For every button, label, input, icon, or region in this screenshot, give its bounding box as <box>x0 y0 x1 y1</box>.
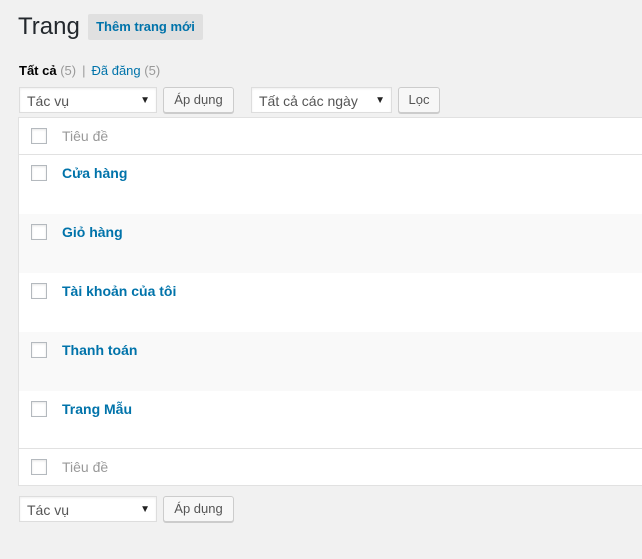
page-title: Trang <box>18 13 80 40</box>
page-title-link[interactable]: Thanh toán <box>62 341 137 359</box>
apply-button-bottom[interactable]: Áp dụng <box>163 496 234 522</box>
chevron-down-icon: ▼ <box>375 95 385 106</box>
page-title-link[interactable]: Tài khoản của tôi <box>62 282 176 300</box>
page-title-link[interactable]: Trang Mẫu <box>62 400 132 418</box>
filter-all-link[interactable]: Tất cả <box>19 63 57 78</box>
table-row: Cửa hàng <box>19 155 642 214</box>
filter-all-count: (5) <box>60 63 77 78</box>
row-checkbox[interactable] <box>31 283 47 299</box>
column-header-title[interactable]: Tiêu đề <box>62 127 108 145</box>
table-header-row: Tiêu đề <box>19 118 642 155</box>
bulk-action-select-top[interactable]: Tác vụ ▼ <box>19 87 157 113</box>
add-new-page-button[interactable]: Thêm trang mới <box>88 14 203 40</box>
select-all-checkbox-footer[interactable] <box>31 459 47 475</box>
page-title-link[interactable]: Giỏ hàng <box>62 223 123 241</box>
pages-table: Tiêu đề Cửa hàng Giỏ hàng Tài khoản của … <box>18 117 642 486</box>
chevron-down-icon: ▼ <box>140 95 150 106</box>
table-row: Trang Mẫu <box>19 391 642 450</box>
filter-button[interactable]: Lọc <box>398 87 440 113</box>
row-checkbox[interactable] <box>31 224 47 240</box>
filter-published-link[interactable]: Đã đăng <box>91 63 140 78</box>
table-row: Tài khoản của tôi <box>19 273 642 332</box>
table-footer-row: Tiêu đề <box>19 448 642 485</box>
date-filter-select-value: Tất cả các ngày <box>259 93 358 109</box>
chevron-down-icon: ▼ <box>140 504 150 515</box>
status-filter-links: Tất cả (5) | Đã đăng (5) <box>19 62 160 80</box>
filter-published-count: (5) <box>144 63 161 78</box>
page-title-link[interactable]: Cửa hàng <box>62 164 127 182</box>
row-checkbox[interactable] <box>31 342 47 358</box>
table-row: Thanh toán <box>19 332 642 391</box>
row-checkbox[interactable] <box>31 165 47 181</box>
bulk-action-select-bottom[interactable]: Tác vụ ▼ <box>19 496 157 522</box>
date-filter-select[interactable]: Tất cả các ngày ▼ <box>251 87 392 113</box>
select-all-checkbox[interactable] <box>31 128 47 144</box>
column-footer-title[interactable]: Tiêu đề <box>62 458 108 476</box>
row-checkbox[interactable] <box>31 401 47 417</box>
bulk-action-select-bottom-value: Tác vụ <box>27 502 70 518</box>
apply-button-top[interactable]: Áp dụng <box>163 87 234 113</box>
table-row: Giỏ hàng <box>19 214 642 273</box>
filter-separator: | <box>82 63 86 78</box>
bulk-action-select-top-value: Tác vụ <box>27 93 70 109</box>
